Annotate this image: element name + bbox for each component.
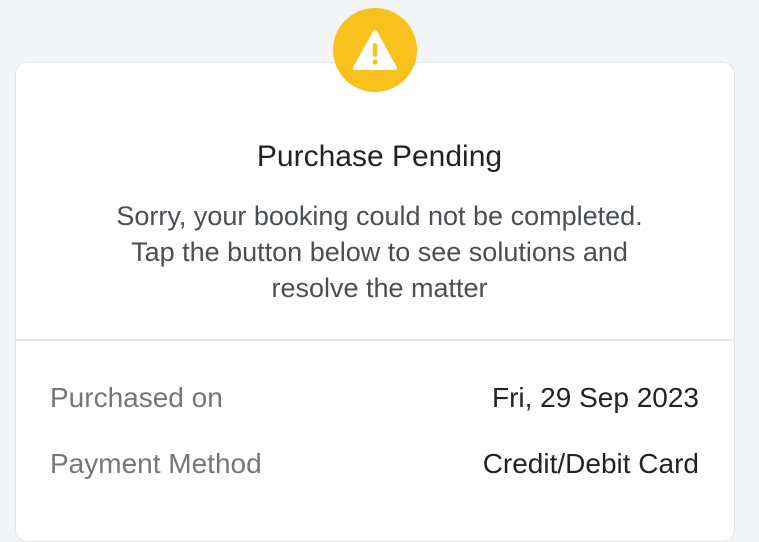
payment-method-value: Credit/Debit Card bbox=[482, 448, 699, 479]
payment-method-label: Payment Method bbox=[50, 448, 262, 479]
payment-method-row: Payment Method Credit/Debit Card bbox=[50, 444, 699, 484]
status-message-line: Tap the button below to see solutions an… bbox=[131, 237, 628, 267]
purchased-on-label: Purchased on bbox=[50, 382, 223, 413]
section-divider bbox=[15, 339, 735, 341]
status-message-line: Sorry, your booking could not be complet… bbox=[116, 201, 643, 231]
purchased-on-row: Purchased on Fri, 29 Sep 2023 bbox=[50, 378, 699, 418]
status-message-line: resolve the matter bbox=[271, 273, 488, 303]
purchased-on-value: Fri, 29 Sep 2023 bbox=[491, 382, 699, 413]
purchase-status-screen: Purchase Pending Sorry, your booking cou… bbox=[0, 0, 759, 542]
warning-icon bbox=[333, 8, 417, 92]
status-title: Purchase Pending bbox=[256, 140, 503, 173]
status-message: Sorry, your booking could not be complet… bbox=[40, 198, 719, 306]
